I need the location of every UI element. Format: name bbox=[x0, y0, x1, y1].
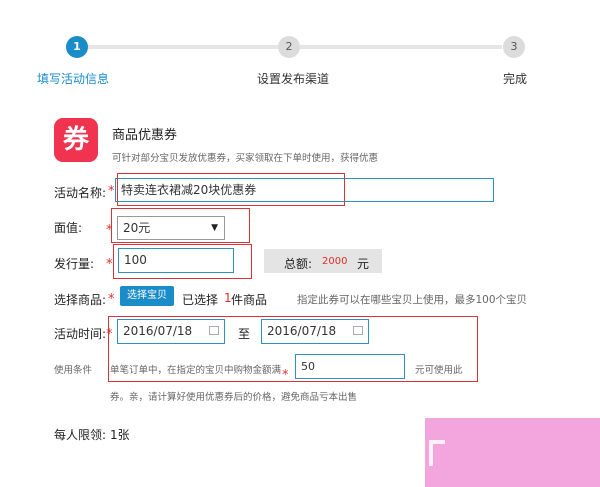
start-date-input[interactable]: 2016/07/18 bbox=[117, 319, 225, 344]
activity-name-input[interactable]: 特卖连衣裙减20块优惠券 bbox=[115, 178, 494, 202]
face-value-select[interactable]: 20元 ▼ bbox=[117, 216, 225, 240]
required-star: * bbox=[282, 368, 289, 383]
calendar-icon[interactable] bbox=[353, 326, 363, 335]
usage-condition-text: 单笔订单中，在指定的宝贝中购物金额满 bbox=[110, 365, 282, 376]
step-line-1 bbox=[78, 45, 278, 49]
activity-time-label: 活动时间: bbox=[54, 327, 107, 341]
usage-note: 券。亲，请计算好使用优惠券后的价格，避免商品亏本出售 bbox=[110, 392, 358, 403]
face-value-selected: 20元 bbox=[123, 221, 151, 235]
step-2-circle: 2 bbox=[278, 36, 300, 58]
step-2-label: 设置发布渠道 bbox=[257, 72, 330, 86]
total-value: 2000 bbox=[322, 256, 348, 267]
end-date-input[interactable]: 2016/07/18 bbox=[261, 319, 369, 344]
issue-quantity-input[interactable]: 100 bbox=[118, 248, 234, 273]
required-star: * bbox=[106, 257, 113, 272]
required-star: * bbox=[106, 327, 113, 342]
date-to-label: 至 bbox=[238, 327, 251, 341]
total-unit: 元 bbox=[357, 257, 370, 271]
watermark-logo-icon bbox=[429, 440, 445, 466]
step-3-label: 完成 bbox=[503, 72, 528, 86]
per-person-limit-label: 每人限领: bbox=[54, 428, 107, 442]
step-1-circle: 1 bbox=[66, 36, 88, 58]
activity-name-label: 活动名称: bbox=[54, 186, 107, 200]
select-goods-hint: 指定此券可以在哪些宝贝上使用，最多100个宝贝 bbox=[297, 294, 528, 306]
per-person-limit-value: 1张 bbox=[110, 428, 130, 442]
usage-condition-suffix: 元可使用此 bbox=[415, 365, 463, 376]
calendar-icon[interactable] bbox=[209, 326, 219, 335]
coupon-description: 可针对部分宝贝发放优惠券，买家领取在下单时使用，获得优惠 bbox=[112, 153, 379, 164]
selected-suffix: 件商品 bbox=[231, 293, 268, 307]
face-value-label: 面值: bbox=[54, 221, 83, 235]
required-star: * bbox=[106, 223, 113, 238]
issue-quantity-label: 发行量: bbox=[54, 257, 95, 271]
required-star: * bbox=[108, 184, 115, 199]
step-3-circle: 3 bbox=[503, 36, 525, 58]
total-label: 总额: bbox=[284, 257, 313, 271]
step-line-2 bbox=[300, 45, 502, 49]
coupon-icon: 券 bbox=[54, 118, 98, 162]
usage-condition-label: 使用条件 bbox=[54, 365, 93, 376]
required-star: * bbox=[108, 292, 115, 307]
usage-amount-input[interactable]: 50 bbox=[295, 354, 405, 379]
coupon-title: 商品优惠券 bbox=[112, 128, 178, 143]
end-date-value: 2016/07/18 bbox=[267, 324, 337, 338]
watermark-block bbox=[425, 418, 600, 487]
start-date-value: 2016/07/18 bbox=[123, 324, 193, 338]
select-goods-label: 选择商品: bbox=[54, 293, 107, 307]
dropdown-arrow-icon: ▼ bbox=[211, 223, 218, 233]
step-1-label: 填写活动信息 bbox=[37, 72, 110, 86]
selected-prefix: 已选择 bbox=[182, 293, 219, 307]
select-goods-button[interactable]: 选择宝贝 bbox=[120, 286, 174, 306]
